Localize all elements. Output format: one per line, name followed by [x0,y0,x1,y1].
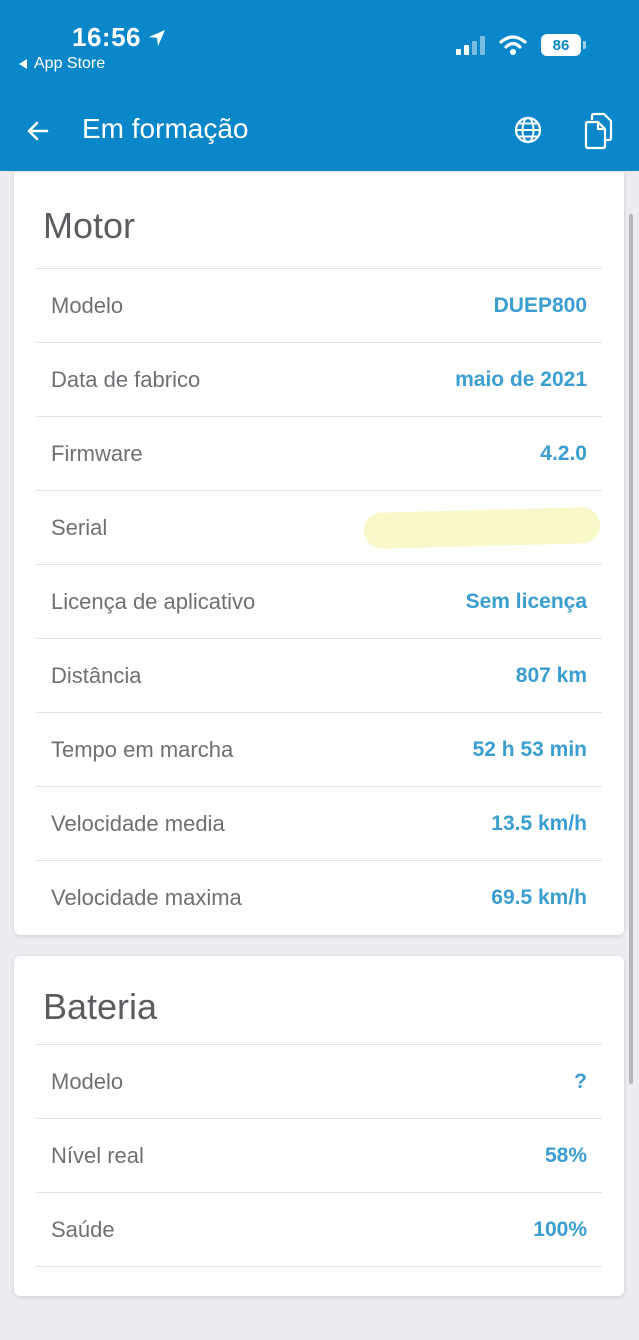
info-row-next-partial [36,1266,602,1340]
app-bar: 16:56 App Store 86 Em formação [0,0,639,171]
row-label: Modelo [51,1068,124,1094]
row-value: 58% [544,1143,587,1167]
row-label: Nível real [51,1142,144,1168]
info-row-average-speed: Velocidade media 13.5 km/h [36,786,602,860]
row-label: Data de fabrico [51,366,201,392]
serial-redaction-highlight [363,506,601,550]
row-label: Modelo [51,292,124,318]
row-value: 807 km [515,663,587,687]
status-indicators: 86 [456,34,586,56]
cellular-signal-icon [456,35,485,55]
motor-card-title: Motor [43,205,136,246]
row-value: 69.5 km/h [491,885,587,909]
row-value: 13.5 km/h [491,811,587,835]
row-label: Licença de aplicativo [51,588,256,614]
battery-level: 86 [552,36,570,54]
info-row-real-level: Nível real 58% [36,1118,602,1192]
info-row-manufacture-date: Data de fabrico maio de 2021 [36,342,602,416]
info-row-app-license: Licença de aplicativo Sem licença [36,564,602,638]
back-button[interactable] [26,114,56,148]
page-title: Em formação [82,113,249,144]
info-row-distance: Distância 807 km [36,638,602,712]
info-row-firmware: Firmware 4.2.0 [36,416,602,490]
info-row-max-speed: Velocidade maxima 69.5 km/h [36,860,602,934]
row-value: ? [574,1069,587,1093]
globe-icon [514,116,542,144]
row-value: maio de 2021 [455,367,587,391]
info-row-health: Saúde 100% [36,1192,602,1266]
status-back-to-app[interactable]: App Store [18,55,105,73]
language-button[interactable] [512,114,544,148]
battery-card-title: Bateria [43,986,158,1027]
row-value: 52 h 53 min [472,737,587,761]
row-value: 4.2.0 [540,441,587,465]
back-triangle-icon [19,59,27,69]
wifi-icon [499,35,527,55]
row-label: Saúde [51,1216,115,1242]
row-label: Distância [51,662,142,688]
info-row-battery-model: Modelo ? [36,1044,602,1118]
status-time: 16:56 [72,22,141,52]
info-row-model: Modelo DUEP800 [36,268,602,342]
scrollbar[interactable] [629,214,633,1084]
location-arrow-icon [149,29,165,46]
status-back-app-label: App Store [34,55,106,72]
row-value: Sem licença [465,589,587,613]
info-row-riding-time: Tempo em marcha 52 h 53 min [36,712,602,786]
row-label: Serial [51,514,108,540]
status-time-group: 16:56 [72,22,167,53]
battery-icon: 86 [541,34,586,56]
row-label: Velocidade maxima [51,884,242,910]
row-value: DUEP800 [493,293,587,317]
row-label: Tempo em marcha [51,736,234,762]
copy-document-icon [584,112,613,150]
row-label: Firmware [51,440,143,466]
battery-info-list: Modelo ? Nível real 58% Saúde 100% [36,1044,602,1340]
arrow-left-icon [27,121,49,141]
copy-button[interactable] [582,112,614,150]
row-value: 100% [533,1217,587,1241]
motor-card: Motor Modelo DUEP800 Data de fabrico mai… [14,172,624,935]
motor-info-list: Modelo DUEP800 Data de fabrico maio de 2… [36,268,602,934]
battery-card: Bateria Modelo ? Nível real 58% Saúde 10… [14,956,624,1296]
row-label: Velocidade media [51,810,225,836]
